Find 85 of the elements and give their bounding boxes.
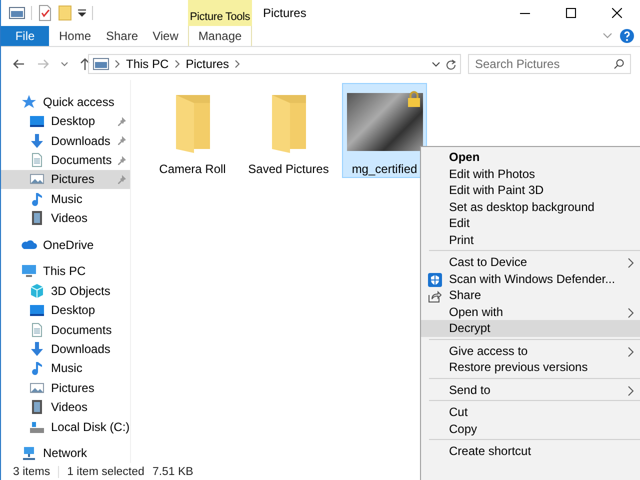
menu-item[interactable]: Share: [421, 287, 640, 304]
shield-icon: [428, 272, 442, 286]
nav-item[interactable]: Music: [1, 358, 130, 378]
star-icon: [21, 94, 37, 110]
nav-item[interactable]: Pictures: [1, 170, 130, 190]
nav-item[interactable]: Desktop: [1, 111, 130, 131]
nav-item[interactable]: Quick access: [1, 92, 130, 112]
menu-item[interactable]: Create shortcut: [421, 443, 640, 460]
menu-item[interactable]: Give access to: [421, 342, 640, 359]
breadcrumb-chevron-icon: [174, 60, 180, 68]
breadcrumb-chevron-icon: [235, 60, 240, 68]
refresh-icon: [446, 58, 456, 70]
nav-item[interactable]: Videos: [1, 398, 130, 417]
menu-item[interactable]: Set as desktop background: [421, 198, 640, 215]
nav-item[interactable]: Desktop: [1, 300, 130, 320]
menu-item[interactable]: Decrypt: [421, 320, 640, 336]
checked-document-icon: [38, 5, 52, 21]
menu-item[interactable]: Edit: [421, 215, 640, 232]
menu-item[interactable]: Edit with Paint 3D: [421, 182, 640, 198]
folder-icon: [58, 5, 72, 21]
nav-item[interactable]: Local Disk (C:): [1, 417, 130, 436]
chevron-down-icon: [61, 62, 68, 66]
music-note-icon: [29, 360, 45, 376]
window-title: Pictures: [262, 5, 308, 22]
ribbon-tab[interactable]: Share: [101, 26, 143, 46]
network-icon: [21, 445, 37, 462]
selection-count: 1 item selected: [67, 466, 144, 478]
ribbon-tab[interactable]: Home: [49, 26, 101, 46]
down-arrow-icon: [29, 340, 45, 357]
contextual-tab-header: Picture Tools: [188, 0, 252, 26]
up-arrow-icon: [80, 58, 90, 70]
nav-item[interactable]: Documents: [1, 150, 130, 170]
down-arrow-icon: [29, 132, 45, 149]
film-icon: [29, 399, 45, 416]
maximize-icon: [566, 8, 576, 18]
ribbon-tab[interactable]: Manage: [188, 26, 252, 46]
film-icon: [29, 210, 45, 226]
nav-item[interactable]: Videos: [1, 208, 130, 228]
share-icon: [428, 289, 442, 303]
window-icon: [9, 6, 25, 20]
close-icon: [612, 8, 622, 18]
nav-item[interactable]: Music: [1, 189, 130, 209]
nav-item[interactable]: Documents: [1, 320, 130, 340]
nav-item[interactable]: Downloads: [1, 339, 130, 359]
ribbon-tab[interactable]: File: [1, 26, 49, 46]
file-tile[interactable]: Saved Pictures: [246, 83, 331, 178]
help-icon: [620, 29, 634, 43]
music-note-icon: [29, 190, 45, 207]
document-icon: [29, 322, 45, 338]
ribbon-tab[interactable]: View: [143, 26, 188, 46]
menu-item[interactable]: Open with: [421, 304, 640, 320]
menu-item[interactable]: Cast to Device: [421, 254, 640, 270]
cube-icon: [29, 282, 45, 299]
item-count: 3 items: [13, 466, 50, 478]
selection-size: 7.51 KB: [152, 466, 194, 478]
nav-item[interactable]: Downloads: [1, 130, 130, 150]
monitor-icon: [29, 113, 45, 130]
chevron-down-icon: [432, 62, 440, 66]
menu-item[interactable]: Send to: [421, 382, 640, 398]
breadcrumb-chevron-icon: [115, 60, 120, 68]
menu-item[interactable]: Copy: [421, 420, 640, 437]
chevron-down-icon: [603, 33, 612, 39]
breadcrumb-item[interactable]: Pictures: [186, 57, 230, 71]
caret-icon: [78, 9, 86, 17]
monitor-icon: [29, 302, 45, 318]
file-tile[interactable]: mg_certified: [342, 83, 427, 178]
forward-arrow-icon: [37, 59, 49, 69]
document-icon: [29, 152, 45, 168]
pictures-folder-icon: [93, 58, 109, 70]
computer-icon: [21, 263, 37, 280]
menu-item[interactable]: Restore previous versions: [421, 359, 640, 376]
breadcrumb-item[interactable]: This PC: [126, 57, 169, 71]
menu-item[interactable]: Cut: [421, 404, 640, 420]
menu-item[interactable]: Scan with Windows Defender...: [421, 270, 640, 287]
nav-item[interactable]: Pictures: [1, 378, 130, 398]
nav-item[interactable]: This PC: [1, 262, 130, 281]
nav-item[interactable]: OneDrive: [1, 235, 130, 254]
nav-item[interactable]: 3D Objects: [1, 280, 130, 300]
search-icon: [614, 59, 624, 69]
nav-item[interactable]: Network: [1, 443, 130, 463]
search-field[interactable]: Search Pictures: [468, 54, 631, 74]
address-bar[interactable]: This PC Pictures: [88, 54, 461, 74]
menu-item[interactable]: Print: [421, 232, 640, 248]
file-tile[interactable]: Camera Roll: [150, 83, 235, 178]
back-arrow-icon: [13, 59, 25, 69]
